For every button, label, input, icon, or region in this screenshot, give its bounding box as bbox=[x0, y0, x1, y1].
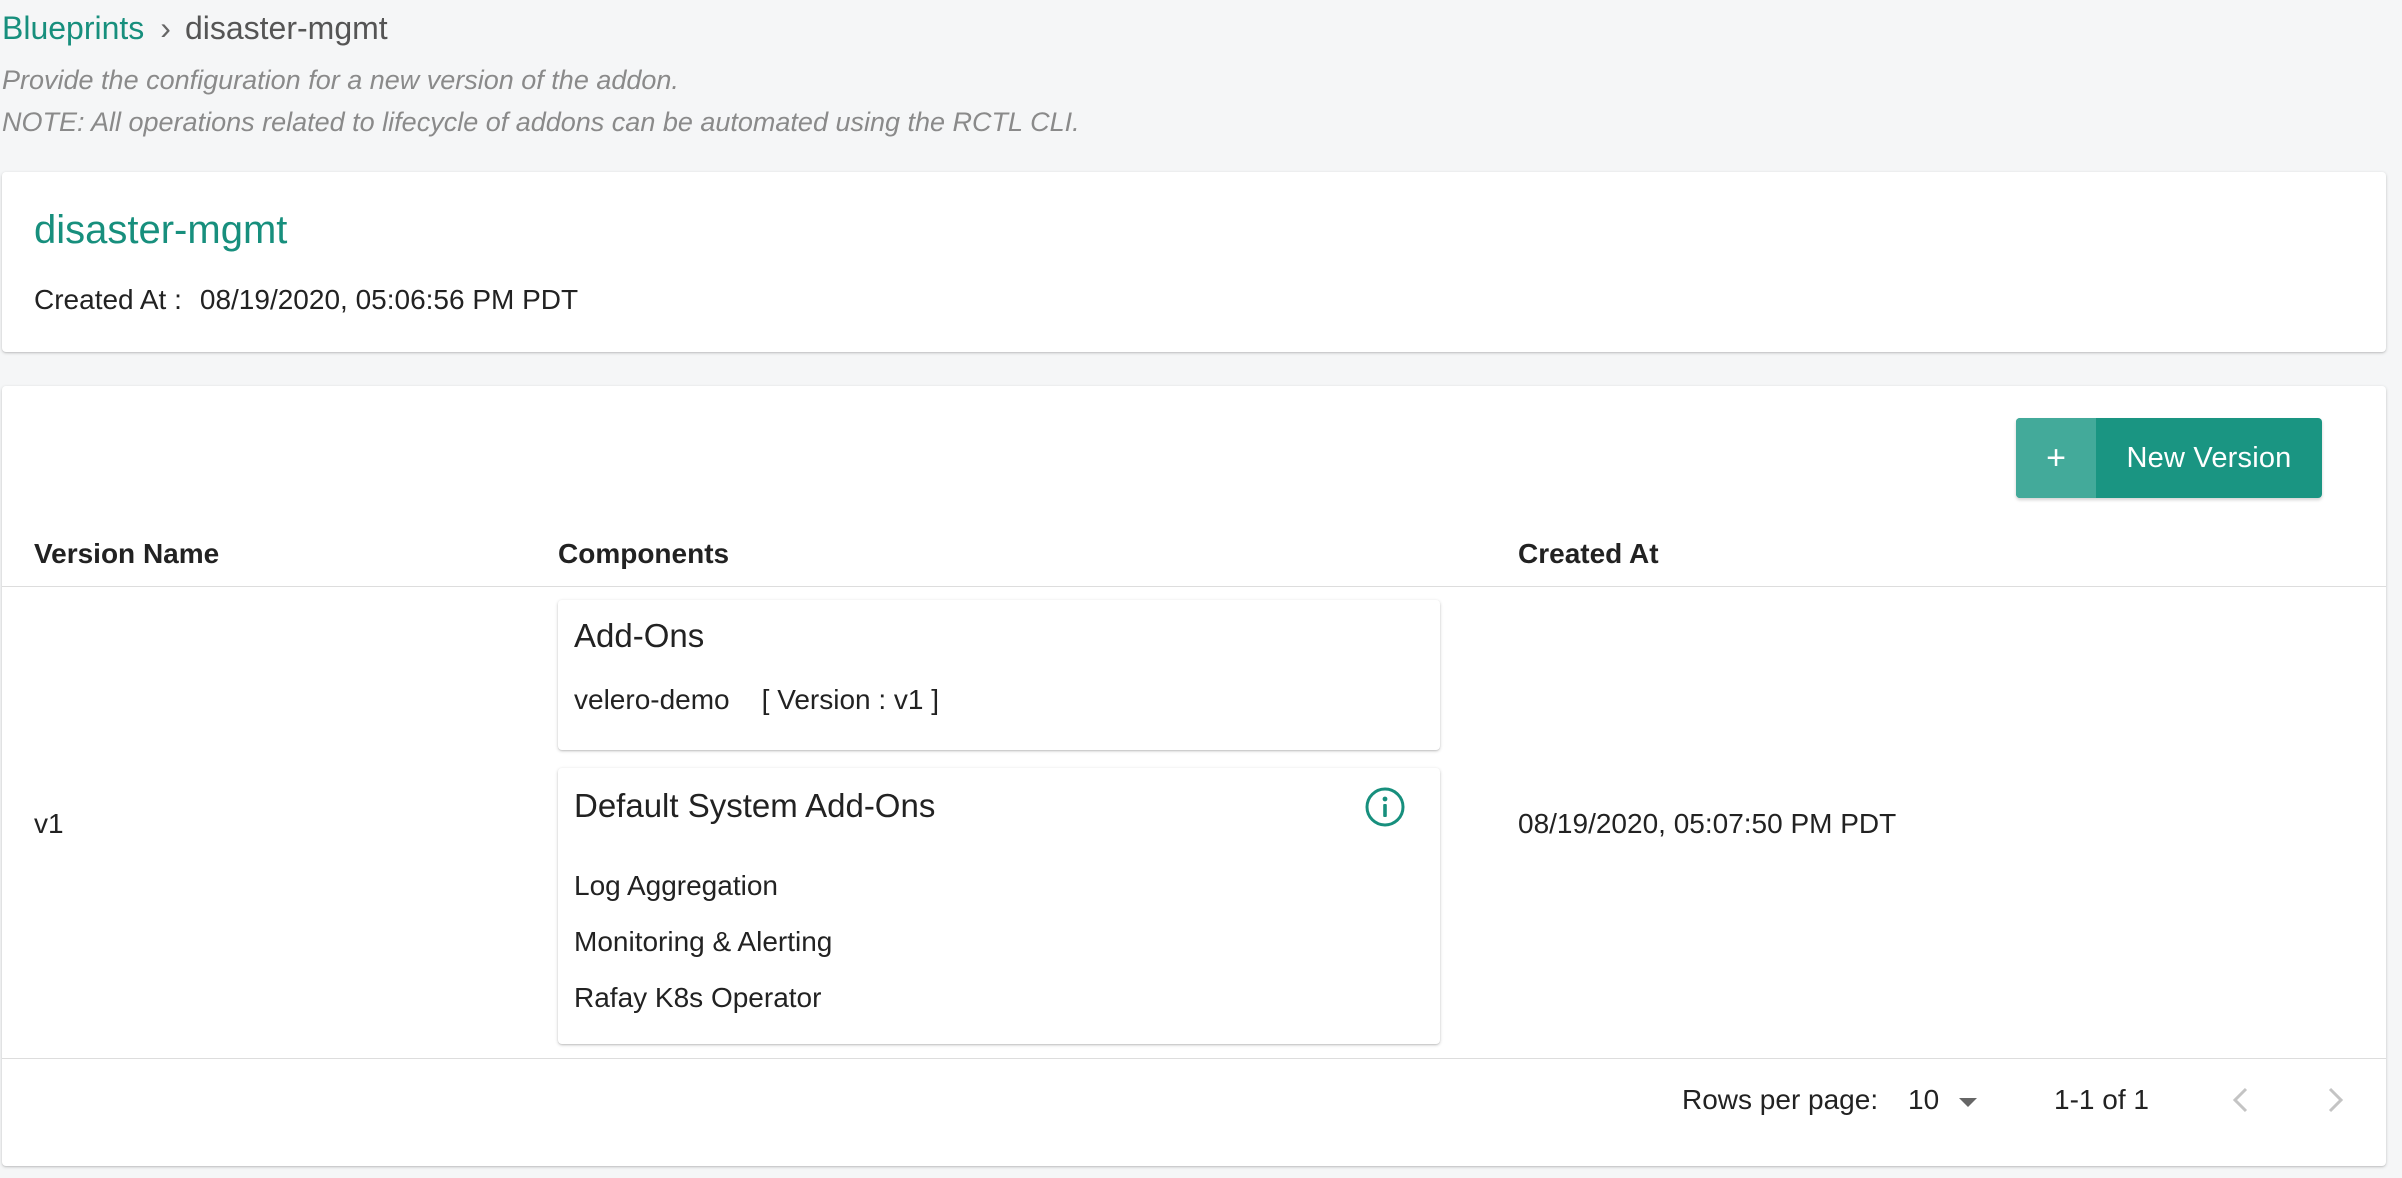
created-at-label: Created At : bbox=[34, 284, 182, 315]
new-version-label: New Version bbox=[2126, 441, 2292, 474]
page-note: NOTE: All operations related to lifecycl… bbox=[2, 107, 1080, 137]
blueprint-info-card: disaster-mgmt Created At : 08/19/2020, 0… bbox=[2, 172, 2386, 352]
column-header-created-at[interactable]: Created At bbox=[1518, 534, 1659, 574]
addon-name: velero-demo bbox=[574, 684, 730, 715]
plus-icon: + bbox=[2016, 418, 2096, 498]
blueprint-created: Created At : 08/19/2020, 05:06:56 PM PDT bbox=[34, 280, 578, 320]
rows-per-page-value: 10 bbox=[1908, 1084, 1940, 1115]
versions-table-card: + New Version Version Name Components Cr… bbox=[2, 386, 2386, 1166]
dropdown-caret-icon bbox=[1959, 1097, 1978, 1107]
system-addon-item: Rafay K8s Operator bbox=[574, 982, 822, 1013]
blueprint-name: disaster-mgmt bbox=[34, 208, 288, 252]
chevron-right-icon bbox=[2328, 1087, 2344, 1113]
breadcrumb-separator: › bbox=[160, 10, 171, 46]
previous-page-button[interactable] bbox=[2220, 1080, 2260, 1120]
version-created-at-cell: 08/19/2020, 05:07:50 PM PDT bbox=[1518, 808, 1897, 839]
addons-card: Add-Ons velero-demo [ Version : v1 ] bbox=[558, 600, 1440, 750]
rows-per-page-label: Rows per page: bbox=[1682, 1084, 1879, 1115]
page: Blueprints › disaster-mgmt Provide the c… bbox=[0, 0, 2402, 1178]
rows-per-page-select[interactable]: 10 bbox=[1908, 1080, 1978, 1120]
new-version-button[interactable]: + New Version bbox=[2016, 418, 2322, 498]
info-icon[interactable] bbox=[1364, 786, 1406, 828]
addons-title: Add-Ons bbox=[574, 617, 705, 654]
column-header-components[interactable]: Components bbox=[558, 534, 729, 574]
created-at-value: 08/19/2020, 05:06:56 PM PDT bbox=[199, 284, 579, 315]
addon-version: [ Version : v1 ] bbox=[761, 684, 940, 715]
breadcrumb-current: disaster-mgmt bbox=[184, 10, 388, 46]
breadcrumb-blueprints-link[interactable]: Blueprints bbox=[2, 8, 144, 48]
addon-item: velero-demo [ Version : v1 ] bbox=[574, 680, 939, 720]
next-page-button[interactable] bbox=[2316, 1080, 2356, 1120]
version-name-cell[interactable]: v1 bbox=[34, 804, 64, 844]
column-header-version-name[interactable]: Version Name bbox=[34, 534, 219, 574]
pagination-range: 1-1 of 1 bbox=[2054, 1084, 2149, 1115]
chevron-left-icon bbox=[2232, 1087, 2248, 1113]
page-description: Provide the configuration for a new vers… bbox=[2, 65, 679, 95]
header-divider bbox=[2, 586, 2386, 587]
breadcrumb: Blueprints › disaster-mgmt bbox=[2, 8, 388, 48]
system-addon-item: Monitoring & Alerting bbox=[574, 926, 833, 957]
system-addons-title: Default System Add-Ons bbox=[574, 787, 936, 824]
system-addons-card: Default System Add-Ons Log Aggregation M… bbox=[558, 768, 1440, 1044]
row-divider bbox=[2, 1058, 2386, 1059]
system-addon-item: Log Aggregation bbox=[574, 870, 778, 901]
